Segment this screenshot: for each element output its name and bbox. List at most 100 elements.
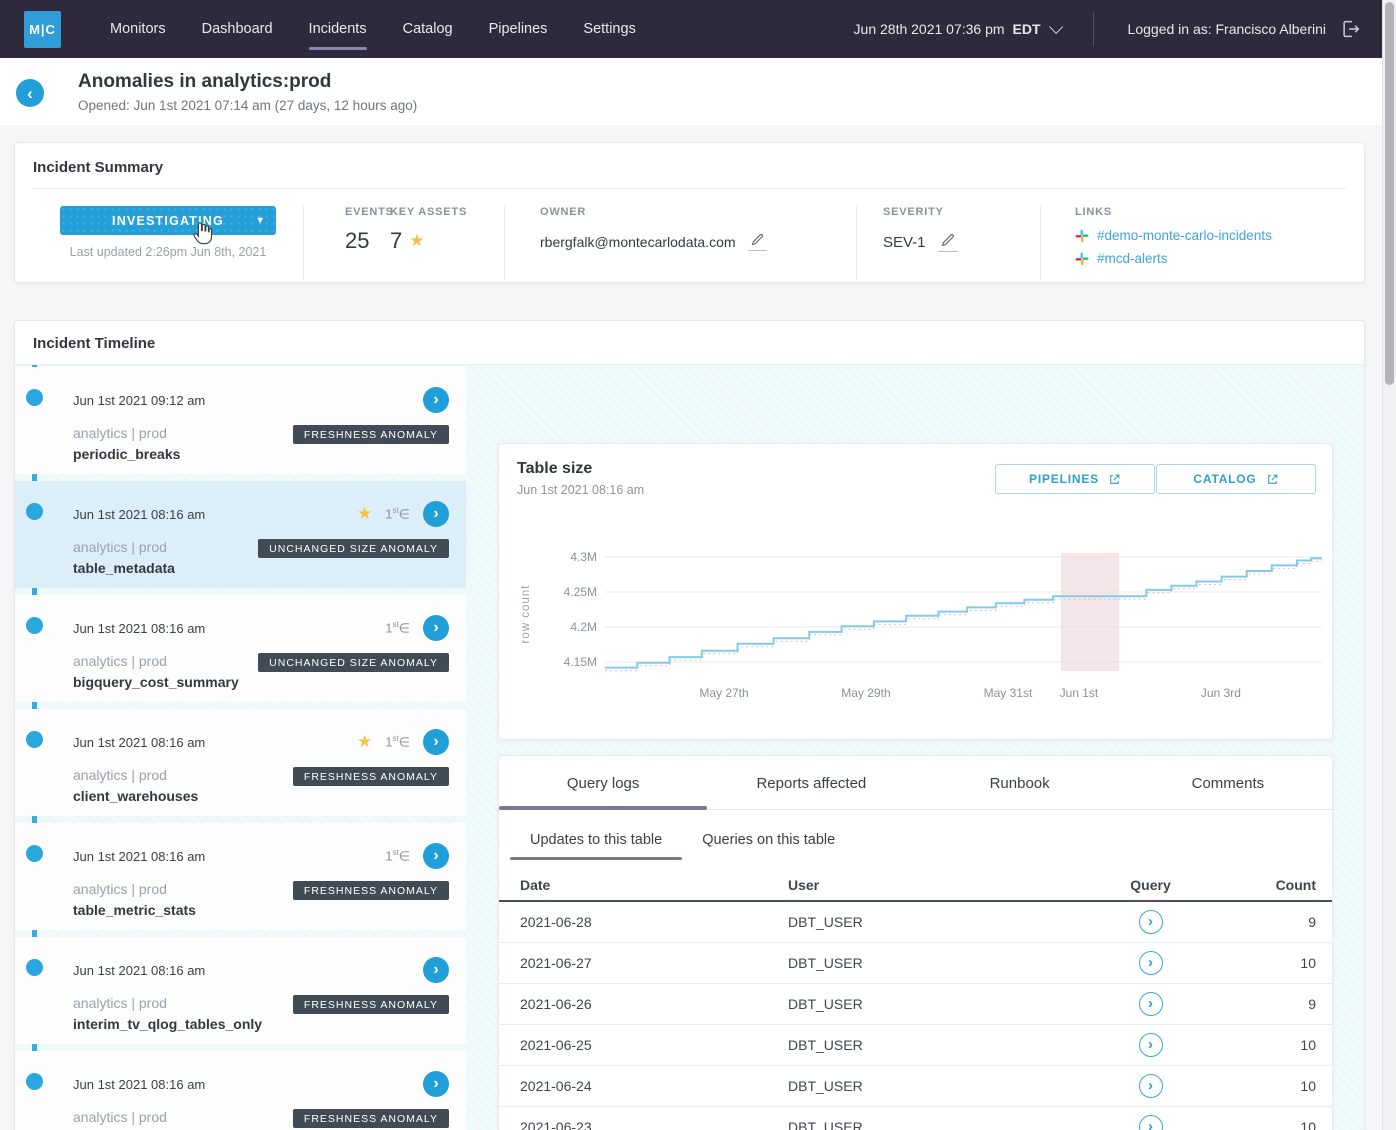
first-in-lineage-icon: 1st∈ (385, 734, 410, 750)
status-dropdown-button[interactable]: INVESTIGATING ▾ (60, 206, 276, 235)
detail-tab[interactable]: Runbook (916, 756, 1124, 809)
query-row-count: 9 (1308, 996, 1316, 1012)
pipelines-button-label: PIPELINES (1029, 472, 1099, 486)
slack-icon (1075, 252, 1089, 266)
detail-tab[interactable]: Query logs (499, 756, 707, 809)
timeline-entry[interactable]: Jun 1st 2021 08:16 am ★ 1st∈ › analytics… (15, 937, 466, 1044)
events-label: EVENTS (345, 206, 390, 218)
entry-table-name: client_warehouses (73, 788, 198, 804)
anomaly-type-badge: FRESHNESS ANOMALY (293, 995, 449, 1014)
logout-icon[interactable] (1340, 18, 1362, 40)
page-scrollbar[interactable] (1382, 0, 1396, 1130)
svg-text:Jun 3rd: Jun 3rd (1201, 686, 1241, 700)
entry-dataset: analytics | prod (73, 653, 239, 669)
view-query-button[interactable]: › (1139, 1115, 1163, 1130)
slack-channel-name: #mcd-alerts (1097, 251, 1168, 266)
nav-item-dashboard[interactable]: Dashboard (202, 15, 273, 43)
query-row-user: DBT_USER (788, 914, 1055, 930)
key-asset-star-icon: ★ (357, 732, 372, 752)
open-event-button[interactable]: › (423, 1071, 449, 1097)
query-log-subtab[interactable]: Queries on this table (682, 818, 855, 860)
catalog-button[interactable]: CATALOG (1156, 464, 1316, 494)
query-row-count: 10 (1300, 1037, 1316, 1053)
nav-item-pipelines[interactable]: Pipelines (489, 15, 548, 43)
open-event-button[interactable]: › (423, 729, 449, 755)
monte-carlo-logo: M|C (24, 11, 61, 48)
entry-dataset: analytics | prod (73, 539, 175, 555)
svg-text:4.3M: 4.3M (570, 550, 597, 564)
anomaly-type-badge: FRESHNESS ANOMALY (293, 425, 449, 444)
entry-timestamp: Jun 1st 2021 09:12 am (73, 393, 205, 408)
query-row-user: DBT_USER (788, 996, 1055, 1012)
key-asset-star-icon: ★ (357, 504, 372, 524)
anomaly-type-badge: FRESHNESS ANOMALY (293, 1109, 449, 1128)
query-log-table: Date User Query Count 2021-06-28 DBT_USE… (499, 870, 1332, 1130)
query-log-subtab[interactable]: Updates to this table (510, 818, 682, 860)
view-query-button[interactable]: › (1139, 951, 1163, 975)
entry-timestamp: Jun 1st 2021 08:16 am (73, 735, 205, 750)
open-event-button[interactable]: › (423, 501, 449, 527)
svg-text:Jun 1st: Jun 1st (1060, 686, 1099, 700)
scrollbar-thumb[interactable] (1385, 2, 1394, 385)
query-table-row: 2021-06-28 DBT_USER › 9 (499, 902, 1332, 943)
open-event-button[interactable]: › (423, 387, 449, 413)
timeline-dot (26, 959, 43, 976)
edit-owner-button[interactable] (748, 232, 767, 251)
slack-channel-link[interactable]: #mcd-alerts (1075, 251, 1364, 266)
datetime-picker[interactable]: Jun 28th 2021 07:36 pm EDT (854, 21, 1059, 37)
first-in-lineage-icon: 1st∈ (385, 506, 410, 522)
timeline-entry[interactable]: Jun 1st 2021 08:16 am ★ 1st∈ › analytics… (15, 709, 466, 816)
nav-item-incidents[interactable]: Incidents (309, 15, 367, 43)
logged-in-label: Logged in as: Francisco Alberini (1128, 21, 1326, 37)
status-last-updated: Last updated 2:26pm Jun 8th, 2021 (70, 245, 267, 259)
nav-item-settings[interactable]: Settings (583, 15, 635, 43)
pipelines-button[interactable]: PIPELINES (995, 464, 1155, 494)
entry-timestamp: Jun 1st 2021 08:16 am (73, 849, 205, 864)
query-table-header: Date User Query Count (499, 870, 1332, 902)
nav-item-catalog[interactable]: Catalog (403, 15, 453, 43)
detail-tab[interactable]: Reports affected (707, 756, 915, 809)
entry-table-name: periodic_breaks (73, 446, 180, 462)
view-query-button[interactable]: › (1139, 1074, 1163, 1098)
severity-label: SEVERITY (883, 206, 1040, 218)
query-table-row: 2021-06-24 DBT_USER › 10 (499, 1066, 1332, 1107)
svg-text:May 31st: May 31st (984, 686, 1033, 700)
detail-tab[interactable]: Comments (1124, 756, 1332, 809)
timeline-entry[interactable]: Jun 1st 2021 08:16 am ★ 1st∈ › analytics… (15, 823, 466, 930)
open-event-button[interactable]: › (423, 615, 449, 641)
open-event-button[interactable]: › (423, 843, 449, 869)
view-query-button[interactable]: › (1139, 992, 1163, 1016)
edit-severity-button[interactable] (938, 232, 958, 252)
page-subtitle: Opened: Jun 1st 2021 07:14 am (27 days, … (78, 98, 417, 113)
query-table-row: 2021-06-23 DBT_USER › 10 (499, 1107, 1332, 1130)
entry-dataset: analytics | prod (73, 767, 198, 783)
incident-summary-card: Incident Summary INVESTIGATING ▾ Last up… (14, 142, 1365, 283)
back-button[interactable]: ‹ (16, 79, 44, 107)
timeline-dot (26, 845, 43, 862)
timeline-entry[interactable]: Jun 1st 2021 08:16 am ★ 1st∈ › analytics… (15, 1051, 466, 1130)
query-row-date: 2021-06-24 (520, 1078, 788, 1094)
entry-table-name: table_metric_stats (73, 902, 196, 918)
svg-text:4.15M: 4.15M (564, 655, 597, 669)
svg-text:row count: row count (520, 585, 532, 644)
timeline-entry[interactable]: Jun 1st 2021 08:16 am ★ 1st∈ › analytics… (15, 595, 466, 702)
view-query-button[interactable]: › (1139, 1033, 1163, 1057)
timeline-entry[interactable]: Jun 1st 2021 09:12 am ★ 1st∈ › analytics… (15, 367, 466, 474)
slack-channel-link[interactable]: #demo-monte-carlo-incidents (1075, 228, 1364, 243)
view-query-button[interactable]: › (1139, 910, 1163, 934)
timeline-entries: Jun 1st 2021 09:12 am ★ 1st∈ › analytics… (15, 367, 466, 1130)
chevron-down-icon (1049, 20, 1063, 34)
svg-text:4.2M: 4.2M (570, 620, 597, 634)
open-event-button[interactable]: › (423, 957, 449, 983)
app-viewport: M|C Monitors Dashboard Incidents Catalog Pip… (0, 0, 1396, 1130)
entry-timestamp: Jun 1st 2021 08:16 am (73, 963, 205, 978)
timeline-dot (26, 731, 43, 748)
nav-item-monitors[interactable]: Monitors (110, 15, 166, 43)
entry-timestamp: Jun 1st 2021 08:16 am (73, 621, 205, 636)
timeline-entry[interactable]: Jun 1st 2021 08:16 am ★ 1st∈ › analytics… (15, 481, 466, 588)
anomaly-type-badge: UNCHANGED SIZE ANOMALY (258, 653, 449, 672)
row-count-chart: 4.3M4.25M4.2M4.15MMay 27thMay 29thMay 31… (499, 514, 1334, 714)
query-table-row: 2021-06-26 DBT_USER › 9 (499, 984, 1332, 1025)
query-row-count: 10 (1300, 1119, 1316, 1130)
incident-timeline-card: Incident Timeline Jun 1st 2021 09:12 am … (14, 320, 1365, 1130)
